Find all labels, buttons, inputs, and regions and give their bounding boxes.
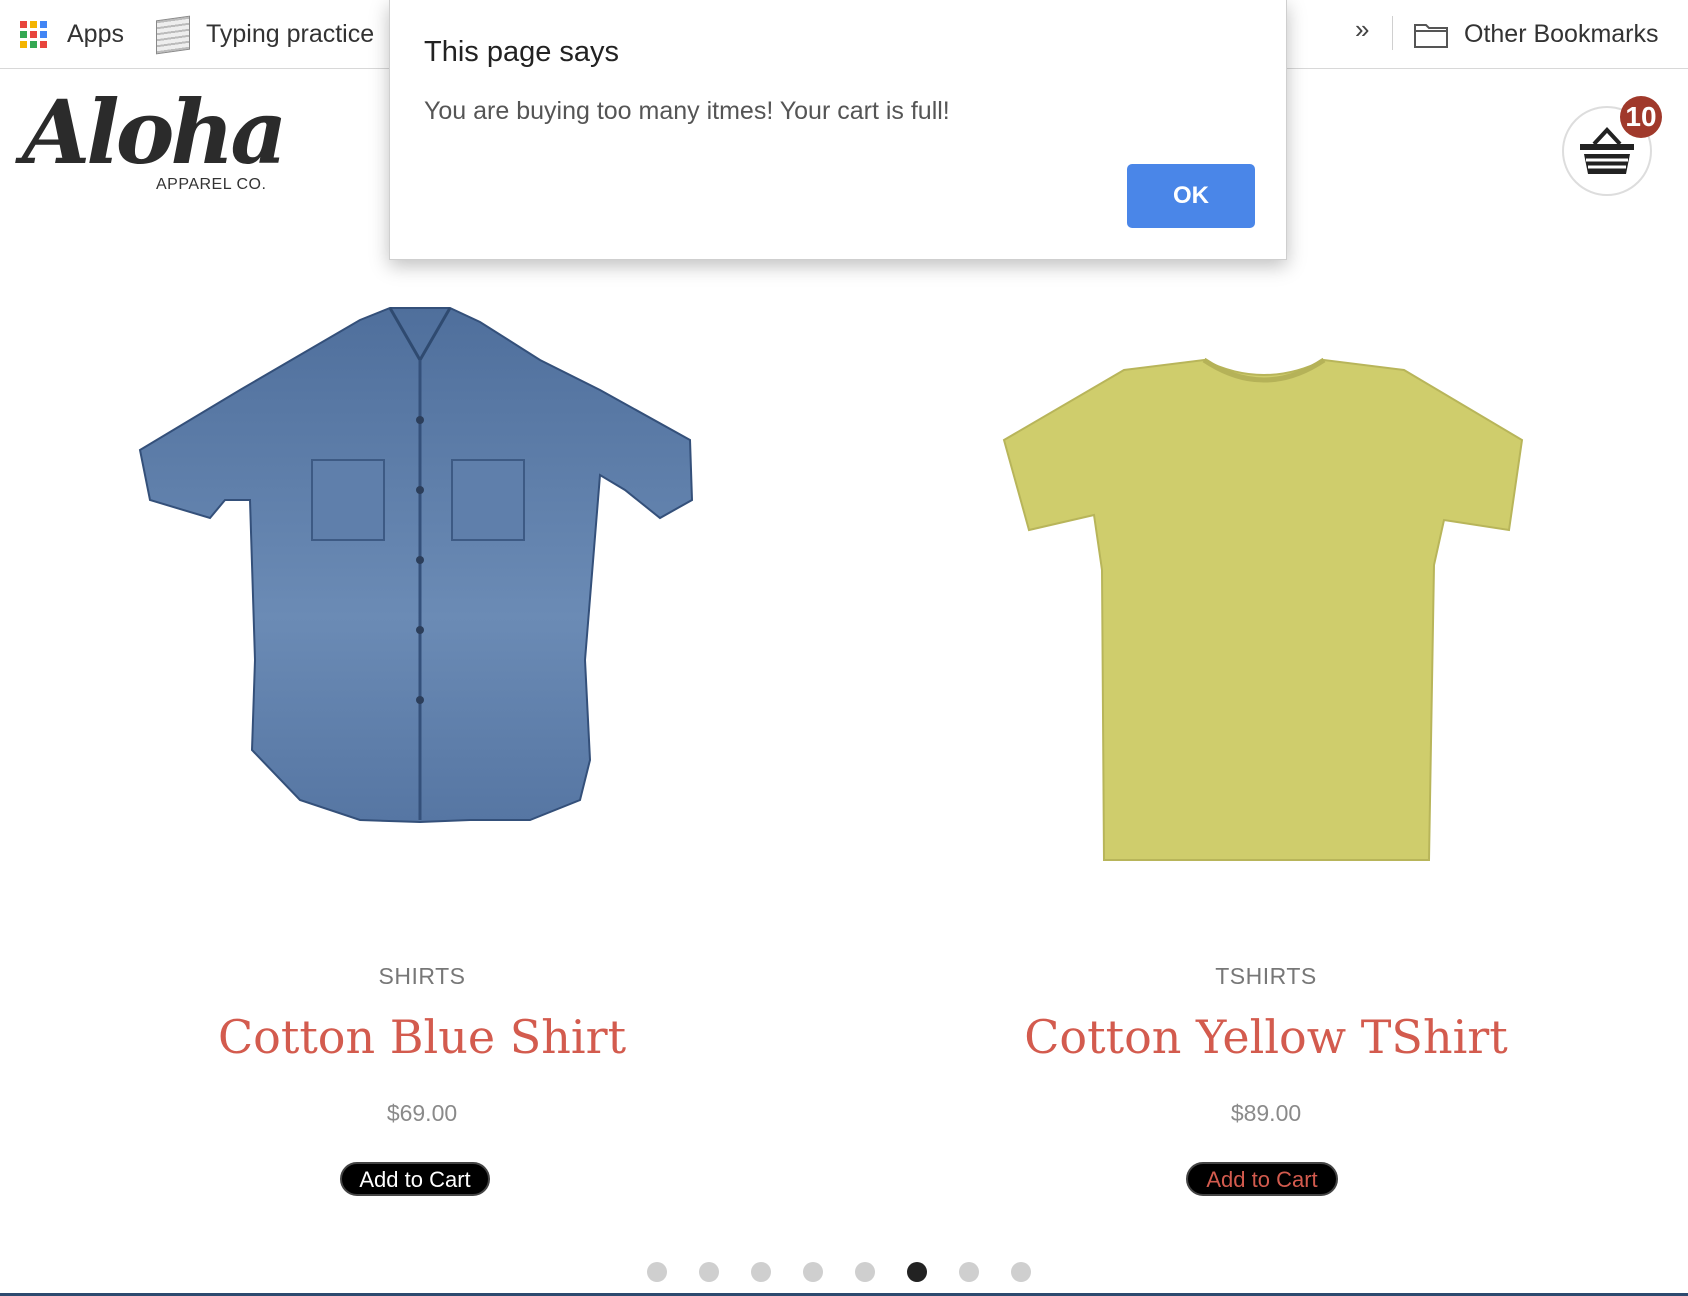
product-card-yellow-tshirt: TSHIRTS Cotton Yellow TShirt $89.00 Add … [844, 300, 1688, 1200]
folder-icon [1414, 23, 1448, 48]
dialog-message: You are buying too many itmes! Your cart… [424, 97, 950, 125]
add-to-cart-button[interactable]: Add to Cart [1186, 1162, 1338, 1196]
alert-dialog: This page says You are buying too many i… [389, 0, 1287, 260]
carousel-dot[interactable] [647, 1262, 667, 1282]
carousel-dot[interactable] [907, 1262, 927, 1282]
cart-count-badge: 10 [1620, 96, 1662, 138]
carousel-dot[interactable] [699, 1262, 719, 1282]
bookmark-typing-label: Typing practice [206, 20, 375, 48]
bookmark-other-label: Other Bookmarks [1464, 20, 1659, 48]
bookmark-apps[interactable]: Apps [20, 0, 124, 69]
logo-subtitle: APPAREL CO. [156, 176, 267, 193]
carousel-dot[interactable] [1011, 1262, 1031, 1282]
product-category: TSHIRTS [1215, 963, 1317, 989]
carousel-dot[interactable] [751, 1262, 771, 1282]
add-to-cart-button[interactable]: Add to Cart [340, 1162, 490, 1196]
blue-shirt-image[interactable] [0, 300, 844, 920]
bookmark-other[interactable]: Other Bookmarks [1414, 0, 1659, 69]
carousel-dot[interactable] [959, 1262, 979, 1282]
bookmark-apps-label: Apps [67, 20, 124, 48]
ok-button[interactable]: OK [1127, 164, 1255, 228]
bookmarks-overflow-chevron[interactable]: » [1355, 14, 1369, 45]
bookmark-typing-practice[interactable]: Typing practice [156, 0, 374, 69]
product-title[interactable]: Cotton Yellow TShirt [844, 1010, 1688, 1064]
carousel-dot[interactable] [855, 1262, 875, 1282]
keyboard-icon [156, 15, 190, 54]
product-category: SHIRTS [378, 963, 466, 989]
product-price: $69.00 [386, 1100, 458, 1126]
product-price: $89.00 [1230, 1100, 1302, 1126]
logo-script-text: Aloha [22, 80, 287, 184]
product-title[interactable]: Cotton Blue Shirt [0, 1010, 844, 1064]
yellow-tshirt-image[interactable] [844, 300, 1688, 920]
apps-grid-icon [20, 21, 47, 48]
product-card-blue-shirt: SHIRTS Cotton Blue Shirt $69.00 Add to C… [0, 300, 844, 1200]
carousel-dots [647, 1262, 1031, 1282]
dialog-title: This page says [424, 36, 620, 68]
site-logo[interactable]: Aloha APPAREL CO. [22, 80, 287, 198]
carousel-dot[interactable] [803, 1262, 823, 1282]
bookmarks-divider [1392, 16, 1393, 50]
